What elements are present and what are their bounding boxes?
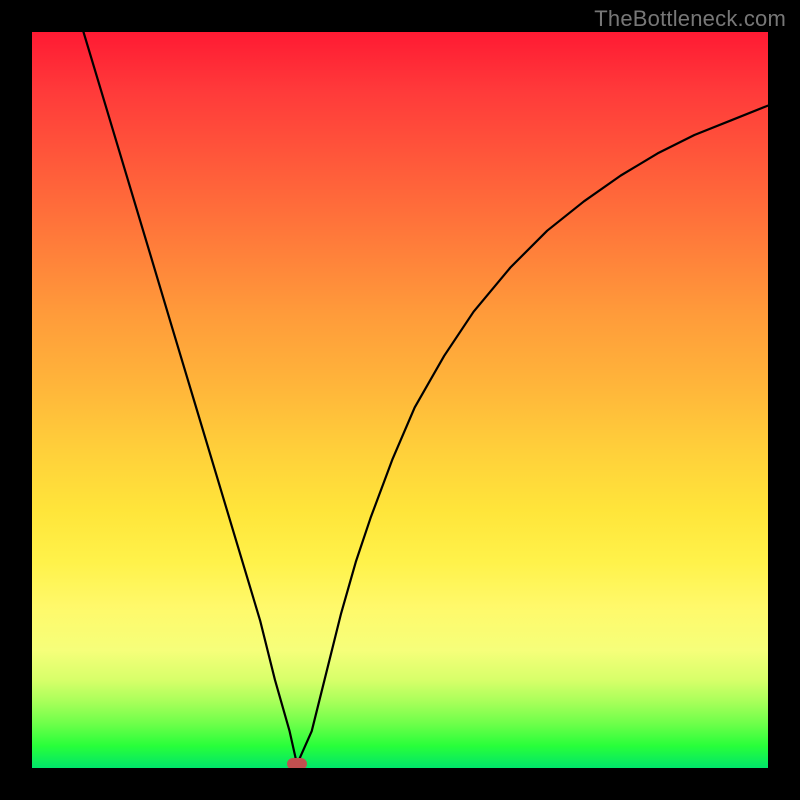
bottleneck-curve — [32, 32, 768, 768]
curve-line — [84, 32, 769, 764]
watermark-text: TheBottleneck.com — [594, 6, 786, 32]
current-config-marker — [287, 758, 307, 768]
plot-area — [32, 32, 768, 768]
